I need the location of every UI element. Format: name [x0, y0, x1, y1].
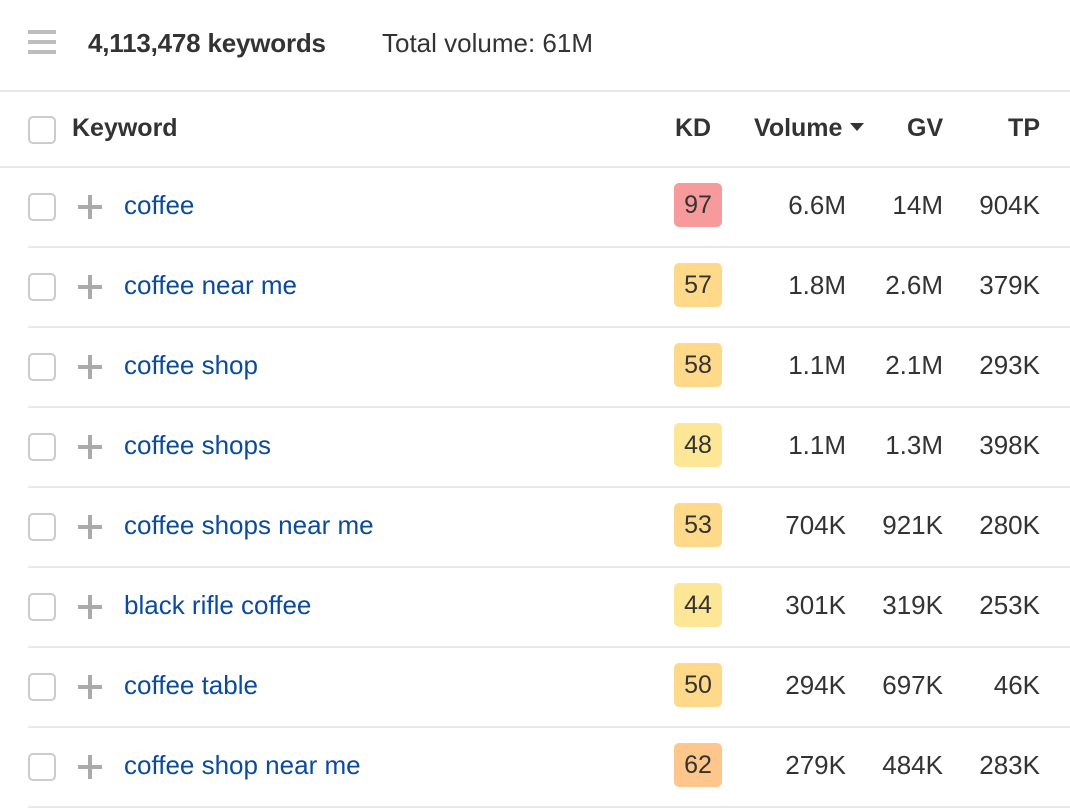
keyword-link[interactable]: coffee shops — [124, 430, 271, 461]
kd-badge: 58 — [674, 343, 722, 387]
kd-badge: 57 — [674, 263, 722, 307]
add-to-list-plus-icon[interactable] — [78, 355, 102, 379]
tp-value: 283K — [979, 750, 1040, 780]
table-body: coffee 97 6.6M 14M 904K coffee near me 5… — [0, 168, 1070, 808]
row-checkbox[interactable] — [28, 513, 56, 541]
gv-value: 484K — [882, 750, 943, 780]
menu-line — [28, 40, 56, 44]
keyword-link[interactable]: black rifle coffee — [124, 590, 311, 621]
keyword-link[interactable]: coffee shop near me — [124, 750, 361, 781]
gv-value: 697K — [882, 670, 943, 700]
row-checkbox[interactable] — [28, 433, 56, 461]
kd-badge: 53 — [674, 503, 722, 547]
kd-badge: 44 — [674, 583, 722, 627]
tp-value: 398K — [979, 430, 1040, 460]
tp-value: 293K — [979, 350, 1040, 380]
keywords-table: Keyword KD Volume GV TP coffee 97 6.6M 1… — [0, 92, 1070, 808]
add-to-list-plus-icon[interactable] — [78, 195, 102, 219]
add-to-list-plus-icon[interactable] — [78, 515, 102, 539]
column-header-volume[interactable]: Volume — [754, 114, 865, 143]
tp-value: 904K — [979, 190, 1040, 220]
keyword-link[interactable]: coffee — [124, 190, 194, 221]
kd-badge: 50 — [674, 663, 722, 707]
row-checkbox[interactable] — [28, 353, 56, 381]
table-row: black rifle coffee 44 301K 319K 253K — [0, 568, 1070, 648]
kd-badge: 48 — [674, 423, 722, 467]
add-to-list-plus-icon[interactable] — [78, 675, 102, 699]
volume-value: 6.6M — [788, 190, 846, 220]
add-to-list-plus-icon[interactable] — [78, 595, 102, 619]
gv-value: 921K — [882, 510, 943, 540]
volume-value: 1.1M — [788, 350, 846, 380]
keyword-link[interactable]: coffee shops near me — [124, 510, 374, 541]
column-header-kd[interactable]: KD — [675, 114, 711, 143]
column-header-tp[interactable]: TP — [1008, 114, 1040, 143]
row-checkbox[interactable] — [28, 673, 56, 701]
tp-value: 280K — [979, 510, 1040, 540]
volume-value: 294K — [785, 670, 846, 700]
keyword-link[interactable]: coffee table — [124, 670, 258, 701]
table-row: coffee 97 6.6M 14M 904K — [0, 168, 1070, 248]
menu-line — [28, 50, 56, 54]
select-all-checkbox[interactable] — [28, 116, 56, 144]
total-volume: Total volume: 61M — [382, 28, 593, 58]
row-checkbox[interactable] — [28, 193, 56, 221]
sort-down-arrow-icon — [850, 123, 865, 132]
add-to-list-plus-icon[interactable] — [78, 275, 102, 299]
row-checkbox[interactable] — [28, 593, 56, 621]
add-to-list-plus-icon[interactable] — [78, 755, 102, 779]
gv-value: 14M — [892, 190, 943, 220]
keyword-link[interactable]: coffee shop — [124, 350, 258, 381]
menu-line — [28, 30, 56, 34]
tp-value: 46K — [993, 670, 1040, 700]
column-header-gv[interactable]: GV — [907, 114, 943, 143]
gv-value: 319K — [882, 590, 943, 620]
keyword-link[interactable]: coffee near me — [124, 270, 297, 301]
tp-value: 253K — [979, 590, 1040, 620]
table-row: coffee shop near me 62 279K 484K 283K — [0, 728, 1070, 808]
volume-value: 704K — [785, 510, 846, 540]
table-header: Keyword KD Volume GV TP — [0, 92, 1070, 168]
volume-value: 301K — [785, 590, 846, 620]
hamburger-menu-icon[interactable] — [28, 30, 56, 54]
volume-value: 1.1M — [788, 430, 846, 460]
kd-badge: 62 — [674, 743, 722, 787]
row-checkbox[interactable] — [28, 273, 56, 301]
column-header-volume-label: Volume — [754, 114, 843, 142]
row-checkbox[interactable] — [28, 753, 56, 781]
table-row: coffee shops near me 53 704K 921K 280K — [0, 488, 1070, 568]
table-row: coffee near me 57 1.8M 2.6M 379K — [0, 248, 1070, 328]
gv-value: 2.6M — [885, 270, 943, 300]
table-row: coffee table 50 294K 697K 46K — [0, 648, 1070, 728]
gv-value: 1.3M — [885, 430, 943, 460]
tp-value: 379K — [979, 270, 1040, 300]
gv-value: 2.1M — [885, 350, 943, 380]
table-row: coffee shop 58 1.1M 2.1M 293K — [0, 328, 1070, 408]
add-to-list-plus-icon[interactable] — [78, 435, 102, 459]
column-header-keyword[interactable]: Keyword — [72, 114, 178, 143]
keyword-count: 4,113,478 keywords — [88, 28, 326, 58]
volume-value: 1.8M — [788, 270, 846, 300]
table-row: coffee shops 48 1.1M 1.3M 398K — [0, 408, 1070, 488]
kd-badge: 97 — [674, 183, 722, 227]
results-summary-bar: 4,113,478 keywords Total volume: 61M — [0, 0, 1070, 92]
volume-value: 279K — [785, 750, 846, 780]
